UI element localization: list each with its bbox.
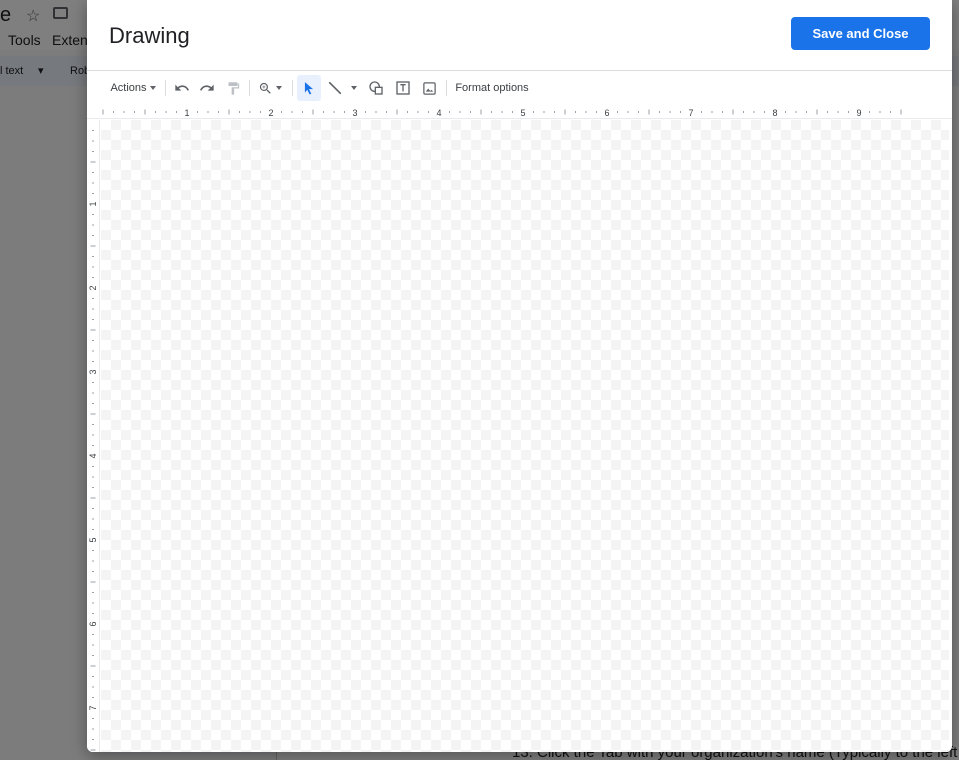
ruler-label: 1	[184, 108, 189, 118]
chevron-down-icon	[149, 86, 156, 90]
ruler-label: 9	[856, 108, 861, 118]
dialog-title: Drawing	[109, 23, 190, 48]
horizontal-ruler: 1 2 3 4 5 6 7 8 9	[87, 106, 952, 119]
actions-menu[interactable]: Actions	[108, 75, 158, 101]
ruler-label: 3	[88, 369, 98, 374]
ruler-label: 7	[688, 108, 693, 118]
drawing-toolbar: Actions Format options	[87, 75, 952, 101]
drawing-canvas[interactable]	[101, 120, 949, 752]
vertical-ruler: 1 2 3 4 5 6 7	[87, 120, 100, 752]
undo-button[interactable]	[172, 75, 192, 101]
toolbar-separator	[446, 80, 447, 96]
ruler-label: 2	[88, 285, 98, 290]
redo-button[interactable]	[197, 75, 217, 101]
image-button[interactable]	[418, 75, 440, 101]
shape-icon	[369, 81, 383, 95]
ruler-label: 1	[88, 201, 98, 206]
line-icon	[328, 81, 342, 95]
undo-icon	[175, 84, 189, 91]
toolbar-separator	[165, 80, 166, 96]
text-box-icon	[396, 81, 410, 95]
drawing-dialog: Drawing Save and Close Actions Format op…	[87, 0, 952, 752]
ruler-label: 6	[88, 621, 98, 626]
paint-format-icon	[228, 81, 239, 95]
chevron-down-icon	[276, 86, 282, 90]
ruler-label: 4	[88, 453, 98, 458]
format-options-button[interactable]: Format options	[453, 75, 531, 101]
redo-icon	[200, 84, 214, 91]
image-icon	[422, 81, 436, 95]
paint-format-button[interactable]	[223, 75, 243, 101]
shape-tool-button[interactable]	[365, 75, 387, 101]
ruler-label: 7	[88, 705, 98, 710]
select-tool-button[interactable]	[297, 75, 321, 101]
ruler-label: 4	[436, 108, 441, 118]
dialog-divider	[87, 70, 952, 71]
toolbar-separator	[249, 80, 250, 96]
ruler-label: 6	[604, 108, 609, 118]
toolbar-separator	[292, 80, 293, 96]
text-box-button[interactable]	[392, 75, 414, 101]
actions-label: Actions	[110, 82, 147, 94]
ruler-label: 3	[352, 108, 357, 118]
line-tool-button[interactable]	[325, 75, 359, 101]
ruler-label: 8	[772, 108, 777, 118]
ruler-label: 5	[520, 108, 525, 118]
zoom-button[interactable]	[255, 75, 285, 101]
select-cursor-icon	[304, 82, 314, 95]
zoom-icon	[259, 82, 271, 94]
ruler-label: 2	[268, 108, 273, 118]
chevron-down-icon	[351, 86, 357, 90]
save-and-close-button[interactable]: Save and Close	[791, 17, 930, 50]
ruler-label: 5	[88, 537, 98, 542]
